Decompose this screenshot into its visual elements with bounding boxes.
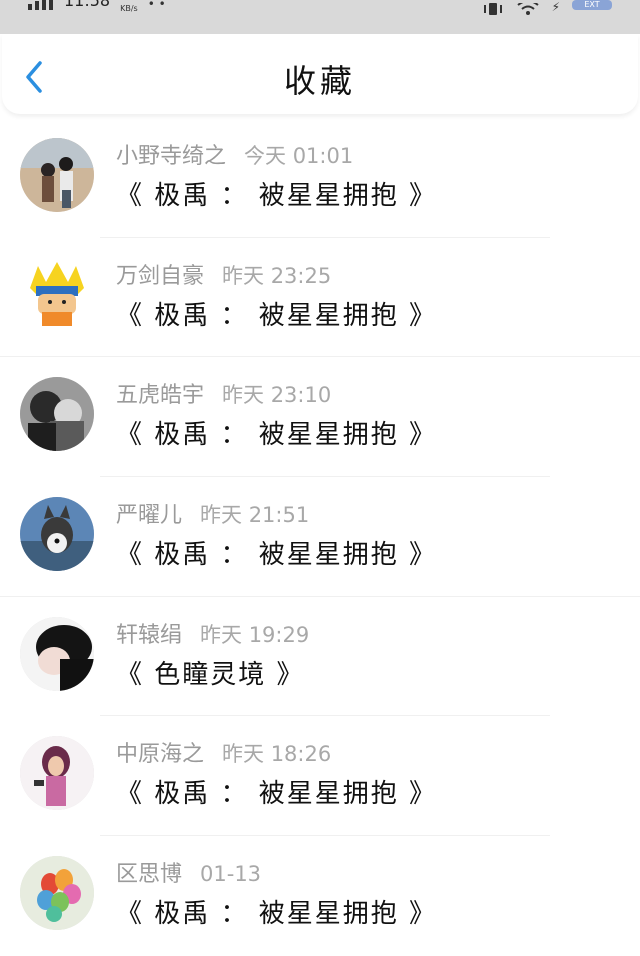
- favorites-list: 小野寺绮之 今天 01:01 《 极禹 ： 被星星拥抱 》 万剑自豪 昨天 23:2…: [0, 118, 640, 956]
- user-name: 小野寺绮之: [116, 144, 227, 169]
- favorite-title: 《 极禹 ： 被星星拥抱 》: [116, 181, 438, 211]
- list-item[interactable]: 严曜儿 昨天 21:51 《 极禹 ： 被星星拥抱 》: [0, 477, 640, 597]
- favorite-title: 《 极禹 ： 被星星拥抱 》: [116, 779, 438, 810]
- avatar[interactable]: [20, 856, 94, 931]
- user-name: 五虎皓宇: [116, 383, 205, 409]
- timestamp: 昨天 21:51: [200, 503, 310, 528]
- user-name: 严曜儿: [116, 503, 183, 529]
- list-item[interactable]: 万剑自豪 昨天 23:25 《 极禹 ： 被星星拥抱 》: [0, 238, 640, 358]
- user-name: 万剑自豪: [116, 263, 205, 289]
- favorite-title: 《 极禹 ： 被星星拥抱 》: [116, 300, 438, 331]
- battery-icon: EXT: [572, 0, 612, 10]
- avatar[interactable]: [20, 138, 94, 212]
- list-item[interactable]: 轩辕绢 昨天 19:29 《 色瞳灵境 》: [0, 597, 640, 717]
- avatar[interactable]: [20, 616, 94, 691]
- user-name: 中原海之: [116, 742, 205, 768]
- user-name: 区思博: [116, 862, 183, 888]
- favorite-title: 《 极禹 ： 被星星拥抱 》: [116, 540, 438, 571]
- user-name: 轩辕绢: [116, 622, 183, 648]
- network-speed: KB/s: [120, 4, 138, 13]
- list-item[interactable]: 区思博 01-13 《 极禹 ： 被星星拥抱 》: [0, 836, 640, 956]
- status-bar: 11:58 KB/s • • ⚡ EXT: [0, 0, 640, 34]
- timestamp: 今天 01:01: [244, 144, 354, 168]
- list-item[interactable]: 小野寺绮之 今天 01:01 《 极禹 ： 被星星拥抱 》: [0, 118, 640, 238]
- favorite-title: 《 极禹 ： 被星星拥抱 》: [116, 899, 438, 930]
- favorite-title: 《 色瞳灵境 》: [116, 659, 305, 690]
- avatar[interactable]: [20, 736, 94, 811]
- timestamp: 01-13: [200, 862, 262, 887]
- signal-icon: [28, 0, 54, 14]
- avatar[interactable]: [20, 377, 94, 452]
- wifi-icon: [516, 0, 540, 19]
- timestamp: 昨天 23:10: [222, 383, 332, 408]
- avatar[interactable]: [20, 497, 94, 572]
- list-item[interactable]: 五虎皓宇 昨天 23:10 《 极禹 ： 被星星拥抱 》: [0, 357, 640, 478]
- favorite-title: 《 极禹 ： 被星星拥抱 》: [116, 420, 438, 451]
- timestamp: 昨天 19:29: [200, 622, 310, 647]
- list-item[interactable]: 中原海之 昨天 18:26 《 极禹 ： 被星星拥抱 》: [0, 716, 640, 837]
- vibrate-icon: [482, 0, 504, 19]
- page-title: 收藏: [283, 62, 356, 100]
- timestamp: 昨天 23:25: [222, 263, 332, 288]
- charging-icon: ⚡: [551, 0, 560, 14]
- clock-time: 11:58: [64, 0, 111, 10]
- avatar[interactable]: [20, 257, 94, 332]
- top-nav-bar: 收藏: [2, 34, 638, 114]
- timestamp: 昨天 18:26: [222, 742, 332, 767]
- dots-icon: • •: [147, 0, 166, 11]
